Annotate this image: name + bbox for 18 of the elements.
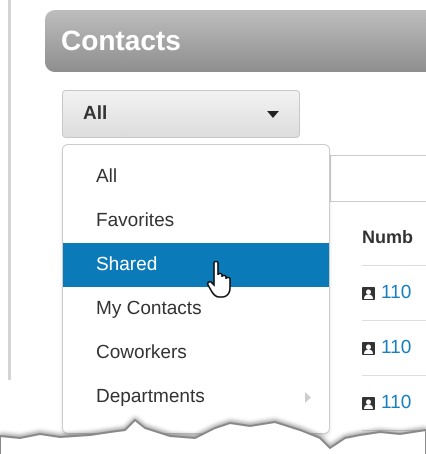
menu-item[interactable]: Departments [63,375,329,419]
contact-number-link[interactable]: 110 [381,334,412,362]
menu-item[interactable]: My Contacts [63,287,329,331]
submenu-arrow-icon [305,392,311,402]
contact-number-link[interactable]: 110 [381,278,412,308]
column-header: Numb [362,226,413,249]
filter-dropdown[interactable]: All [62,90,300,138]
menu-item[interactable]: All [63,155,329,199]
contact-card-icon [362,396,375,410]
menu-item[interactable]: Coworkers [63,331,329,375]
page-title: Contacts [61,24,181,58]
menu-item[interactable]: Shared [63,243,329,287]
contact-card-icon [362,286,375,300]
menu-item[interactable]: Favorites [63,199,329,243]
search-field[interactable] [330,155,426,202]
contact-card-icon [362,342,375,354]
caret-icon [267,110,279,118]
contact-number-link[interactable]: 110 [381,388,412,418]
